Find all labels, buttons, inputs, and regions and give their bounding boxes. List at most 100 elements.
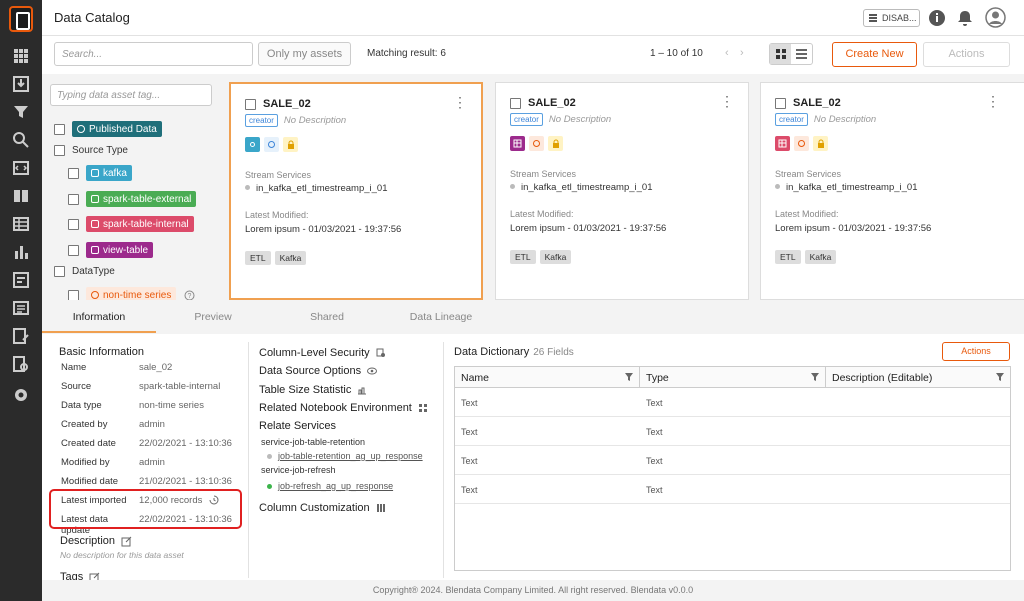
- spark-external-chip: spark-table-external: [86, 191, 197, 207]
- search-icon[interactable]: [11, 130, 31, 150]
- toolbar: Search... Only my assets Matching result…: [42, 36, 1024, 74]
- grid-view-button[interactable]: [770, 44, 791, 64]
- alarm-icon: [529, 136, 544, 151]
- edit-icon[interactable]: [121, 536, 132, 547]
- creator-badge: creator: [245, 114, 278, 127]
- grid-icon[interactable]: [11, 46, 31, 66]
- table-icon: [91, 195, 99, 203]
- table-row[interactable]: Text Text: [455, 417, 1010, 446]
- description-cell[interactable]: [826, 475, 1010, 503]
- card-description: No Description: [813, 114, 877, 125]
- card-checkbox[interactable]: [510, 97, 521, 109]
- status-dot: [267, 483, 272, 489]
- tab-shared[interactable]: Shared: [270, 311, 384, 323]
- detail-panel: Information Preview Shared Data Lineage …: [42, 300, 1024, 583]
- kafka-chip: kafka: [86, 165, 132, 181]
- spark-external-checkbox[interactable]: [68, 193, 79, 205]
- create-new-button[interactable]: Create New: [832, 42, 917, 67]
- import-icon[interactable]: [11, 74, 31, 94]
- table-icon: [91, 220, 99, 228]
- spark-table-icon: [775, 136, 790, 151]
- tab-data-lineage[interactable]: Data Lineage: [384, 311, 498, 323]
- service-link[interactable]: job-table-retention_ag_up_response: [267, 451, 423, 461]
- table-icon[interactable]: [11, 214, 31, 234]
- next-page-icon[interactable]: ›: [740, 47, 744, 59]
- published-checkbox[interactable]: [54, 123, 65, 135]
- security-icon: [376, 348, 385, 357]
- lock-icon: [813, 136, 828, 151]
- prev-page-icon[interactable]: ‹: [725, 47, 729, 59]
- app-logo[interactable]: [9, 6, 33, 32]
- spark-internal-chip: spark-table-internal: [86, 216, 194, 232]
- list-view-button[interactable]: [791, 44, 812, 64]
- data-source-options-item[interactable]: Data Source Options: [259, 365, 378, 377]
- column-header-description: Description (Editable): [826, 367, 1010, 387]
- service-link[interactable]: job-refresh_ag_up_response: [267, 481, 393, 491]
- info-row: Created date 22/02/2021 - 13:10:36: [61, 438, 232, 449]
- tag-chip: Kafka: [804, 250, 837, 264]
- relate-services-title: Relate Services: [259, 420, 337, 432]
- bar-chart-icon[interactable]: [11, 242, 31, 262]
- notebook-item[interactable]: Related Notebook Environment: [259, 402, 428, 414]
- service-name: service-job-table-retention: [261, 437, 366, 447]
- footer-copyright: Copyright® 2024. Blendata Company Limite…: [42, 580, 1024, 601]
- pagination-label: 1 – 10 of 10: [650, 48, 703, 59]
- datatype-checkbox[interactable]: [54, 266, 65, 277]
- description-cell[interactable]: [826, 388, 1010, 416]
- spark-internal-checkbox[interactable]: [68, 218, 79, 230]
- published-data-chip: Published Data: [72, 121, 162, 137]
- settings-gear-icon[interactable]: [11, 385, 31, 405]
- filter-icon[interactable]: [811, 372, 819, 382]
- source-type-checkbox[interactable]: [54, 145, 65, 156]
- doc-search-icon[interactable]: [11, 354, 31, 374]
- dashboard-icon[interactable]: [11, 270, 31, 290]
- kebab-menu-icon[interactable]: ⋮: [453, 95, 467, 109]
- tag-filter-input[interactable]: Typing data asset tag...: [50, 84, 212, 106]
- alarm-icon: [264, 137, 279, 152]
- tag-chip: ETL: [245, 251, 271, 265]
- filter-funnel-icon[interactable]: [11, 102, 31, 122]
- asset-card[interactable]: SALE_02 ⋮ creator No Description Stream S…: [760, 82, 1024, 300]
- description-cell[interactable]: [826, 417, 1010, 445]
- view-table-checkbox[interactable]: [68, 244, 79, 256]
- filter-icon[interactable]: [625, 372, 633, 382]
- user-avatar-icon[interactable]: [985, 7, 1006, 28]
- column-security-item[interactable]: Column-Level Security: [259, 347, 386, 359]
- info-icon[interactable]: [928, 9, 946, 27]
- help-icon[interactable]: ?: [184, 290, 195, 301]
- actions-button[interactable]: Actions: [923, 42, 1010, 67]
- table-size-item[interactable]: Table Size Statistic: [259, 384, 367, 396]
- description-cell[interactable]: [826, 446, 1010, 474]
- kafka-checkbox[interactable]: [68, 167, 79, 179]
- column-customization-item[interactable]: Column Customization: [259, 502, 386, 514]
- table-row[interactable]: Text Text: [455, 388, 1010, 417]
- code-window-icon[interactable]: [11, 158, 31, 178]
- datatype-label: DataType: [72, 266, 115, 277]
- card-checkbox[interactable]: [245, 98, 256, 110]
- non-time-checkbox[interactable]: [68, 289, 79, 301]
- asset-card[interactable]: SALE_02 ⋮ creator No Description Stream S…: [229, 82, 483, 300]
- info-row: Data type non-time series: [61, 400, 204, 411]
- list-icon[interactable]: [11, 298, 31, 318]
- asset-card[interactable]: SALE_02 ⋮ creator No Description Stream S…: [495, 82, 749, 300]
- table-row[interactable]: Text Text: [455, 475, 1010, 504]
- info-row: Created by admin: [61, 419, 165, 430]
- book-icon[interactable]: [11, 186, 31, 206]
- only-my-assets-button[interactable]: Only my assets: [258, 42, 351, 66]
- tab-preview[interactable]: Preview: [156, 311, 270, 323]
- edit-list-icon[interactable]: [11, 326, 31, 346]
- bell-icon[interactable]: [956, 9, 974, 27]
- kebab-menu-icon[interactable]: ⋮: [986, 94, 1000, 108]
- dictionary-actions-button[interactable]: Actions: [942, 342, 1010, 361]
- card-checkbox[interactable]: [775, 97, 786, 109]
- table-row[interactable]: Text Text: [455, 446, 1010, 475]
- status-toggle-button[interactable]: DISAB...: [863, 9, 920, 27]
- divider: [443, 342, 444, 578]
- tab-information[interactable]: Information: [42, 311, 156, 323]
- service-name: service-job-refresh: [261, 465, 336, 475]
- kebab-menu-icon[interactable]: ⋮: [720, 94, 734, 108]
- card-title: SALE_02: [263, 98, 311, 110]
- filter-icon[interactable]: [996, 372, 1004, 382]
- view-table-icon: [510, 136, 525, 151]
- search-input[interactable]: Search...: [54, 42, 253, 66]
